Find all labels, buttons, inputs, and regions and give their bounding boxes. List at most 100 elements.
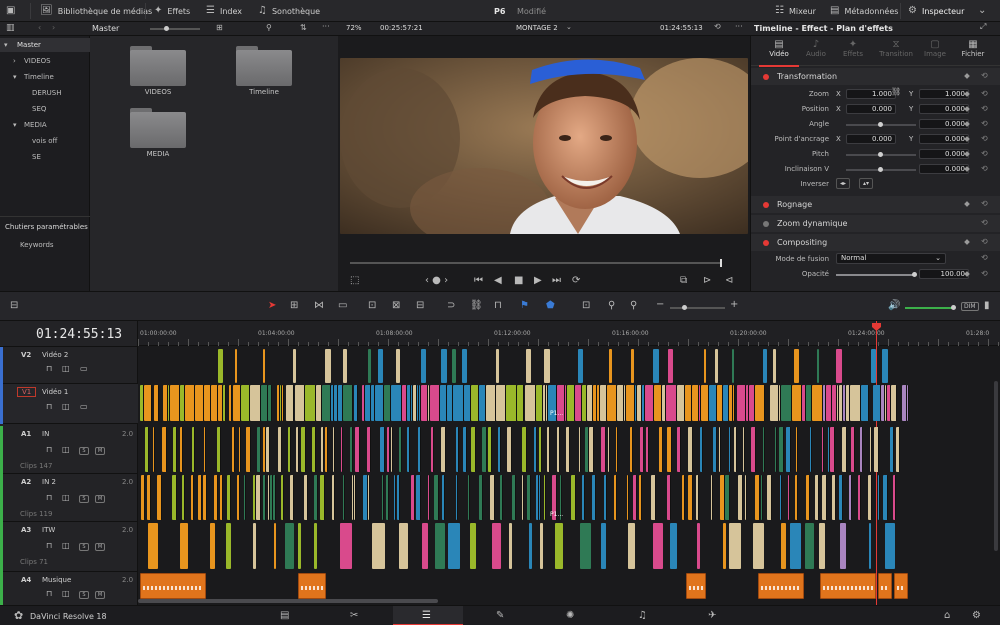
timeline-clip[interactable] (780, 475, 782, 520)
music-clip[interactable] (140, 573, 206, 599)
solo-button[interactable]: S (79, 543, 89, 551)
timeline-clip[interactable] (692, 385, 699, 421)
solo-button[interactable]: S (79, 447, 89, 455)
stop-icon[interactable]: ■ (514, 276, 523, 286)
timeline-clip[interactable] (751, 427, 756, 472)
timeline-clip[interactable] (435, 523, 445, 569)
timeline-clip[interactable] (343, 475, 345, 520)
timeline-clip[interactable] (488, 427, 492, 472)
timeline-clip[interactable] (763, 427, 765, 472)
enable-toggle[interactable] (763, 220, 769, 227)
flip-vertical-button[interactable]: ▴▾ (859, 178, 873, 189)
timeline-clip[interactable] (609, 349, 612, 383)
timeline-clip[interactable] (725, 475, 730, 520)
timeline-clip[interactable] (566, 427, 570, 472)
auto-select-icon[interactable]: ◫ (62, 542, 70, 550)
lock-icon[interactable]: ⊓ (46, 542, 52, 550)
timeline-clip[interactable] (441, 427, 446, 472)
timeline-clip[interactable] (890, 427, 894, 472)
timeline-clip[interactable] (399, 523, 408, 569)
bin-vois-off[interactable]: vois off (32, 137, 57, 145)
timeline-clip[interactable] (861, 385, 869, 421)
timeline-clip[interactable] (141, 475, 145, 520)
timeline-clip[interactable] (241, 385, 250, 421)
timeline-clip[interactable] (885, 523, 895, 569)
timeline-clip[interactable] (614, 475, 617, 520)
timeline-clip[interactable] (456, 475, 458, 520)
position-x-field[interactable]: 0.000 (846, 104, 896, 114)
timeline-clip[interactable] (688, 475, 693, 520)
timeline-clip[interactable] (321, 427, 324, 472)
timeline-clip[interactable] (755, 475, 760, 520)
timeline-clip[interactable] (391, 385, 402, 421)
timeline-clip[interactable] (682, 475, 685, 520)
bin-seq[interactable]: SEQ (32, 105, 46, 113)
timeline-clip[interactable] (482, 427, 487, 472)
timeline-clip[interactable] (227, 475, 231, 520)
layout-icon[interactable]: ▥ (6, 24, 15, 33)
timeline-clip[interactable] (394, 475, 396, 520)
track-header-a4[interactable]: A4 Musique 2.0 ⊓ ◫ S M (0, 572, 138, 605)
trim-tool-icon[interactable]: ⊞ (290, 301, 298, 311)
timeline-clip[interactable] (325, 427, 328, 472)
panel-toggle-button[interactable]: ▣ (6, 0, 15, 22)
timeline-clip[interactable] (372, 523, 385, 569)
timeline-clip[interactable] (380, 427, 385, 472)
viewer-scrubber[interactable] (350, 259, 722, 267)
timeline-clip[interactable] (453, 385, 464, 421)
timeline-clip[interactable] (235, 349, 237, 383)
reset-icon[interactable]: ⟲ (981, 119, 988, 128)
zoom-custom-icon[interactable]: ⚲ (630, 301, 637, 311)
timeline-clip[interactable] (237, 475, 240, 520)
timeline-clip[interactable] (407, 427, 410, 472)
auto-select-icon[interactable]: ◫ (62, 590, 70, 598)
track-header-a2[interactable]: A2 IN 2 2.0 ⊓ ◫ S M Clips 119 (0, 474, 138, 522)
timeline-clip[interactable] (204, 427, 206, 472)
timeline-clip[interactable] (500, 475, 503, 520)
timeline-clip[interactable] (600, 385, 607, 421)
timeline-clip[interactable] (640, 427, 644, 472)
marker-icon[interactable]: ⬟ (546, 301, 555, 311)
mark-in-icon[interactable]: ⊳ (703, 276, 711, 286)
lock-icon[interactable]: ⊓ (46, 494, 52, 502)
timeline-clip[interactable] (544, 475, 546, 520)
timeline-clip[interactable] (630, 427, 633, 472)
timeline-clip[interactable] (210, 523, 215, 569)
timeline-clip[interactable] (743, 427, 745, 472)
timeline-clip[interactable] (667, 475, 671, 520)
folder-icon[interactable] (236, 46, 292, 86)
timeline-clip[interactable] (422, 523, 428, 569)
timeline-clip[interactable] (779, 427, 784, 472)
timeline-clip[interactable] (355, 427, 360, 472)
timeline-clip[interactable] (261, 385, 268, 421)
timeline-clip[interactable] (293, 349, 296, 383)
timeline-clip[interactable] (148, 523, 158, 569)
timeline-clip[interactable] (354, 475, 356, 520)
timeline-clip[interactable] (711, 475, 713, 520)
bin-timeline[interactable]: Timeline (24, 73, 54, 81)
bin-master[interactable]: Master (17, 41, 41, 49)
smart-bin-keywords[interactable]: Keywords (20, 241, 54, 249)
timeline-clip[interactable] (883, 475, 888, 520)
timeline-clip[interactable] (817, 349, 819, 383)
cropping-header[interactable]: Rognage (751, 196, 1000, 213)
timeline-clip[interactable] (268, 385, 272, 421)
track-visibility-icon[interactable]: ▭ (80, 403, 88, 411)
timeline-clip[interactable] (343, 349, 347, 383)
timeline-clip[interactable] (274, 523, 276, 569)
timeline-clip[interactable] (737, 385, 746, 421)
timeline-clip[interactable] (767, 475, 772, 520)
timeline-clip[interactable] (312, 427, 316, 472)
timeline-clip[interactable] (290, 475, 294, 520)
expand-icon[interactable]: ⤢ (980, 23, 986, 31)
timeline-clip[interactable] (734, 427, 737, 472)
timeline-clip[interactable] (250, 385, 261, 421)
grid-view-icon[interactable]: ⊞ (216, 24, 223, 32)
timeline-clip[interactable] (314, 475, 318, 520)
timeline-clip[interactable] (770, 385, 779, 421)
back-icon[interactable]: ‹ (38, 24, 41, 32)
music-clip[interactable] (878, 573, 892, 599)
timeline-clip[interactable] (654, 385, 662, 421)
timeline-clip[interactable] (506, 385, 517, 421)
timeline-clip[interactable] (144, 385, 152, 421)
